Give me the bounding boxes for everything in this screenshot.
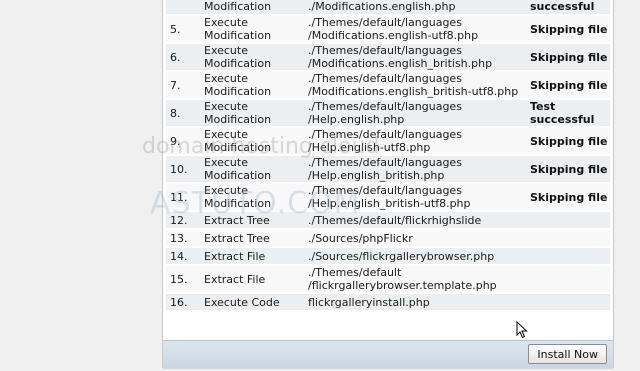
action-status: Test successful (530, 100, 610, 126)
action-type: Execute Modification (204, 72, 308, 98)
table-row: 10. Execute Modification ./Themes/default/l… (166, 156, 610, 182)
action-number: 6. (166, 44, 204, 70)
action-file: ./Themes/default/languages/Help.english.… (308, 100, 530, 126)
table-row: 12. Extract Tree ./Themes/default/flickrhi… (166, 212, 610, 228)
action-type: Execute Modification (204, 128, 308, 154)
action-status (530, 294, 610, 310)
table-row: 8. Execute Modification ./Themes/default/la… (166, 100, 610, 126)
action-file: ./Themes/default/languages/Help.english-… (308, 128, 530, 154)
table-row: 6. Execute Modification ./Themes/default/la… (166, 44, 610, 70)
action-status: Skipping file (530, 72, 610, 98)
action-number: 13. (166, 230, 204, 246)
table-row: Modification ./Modifications.english.php s… (166, 0, 610, 14)
table-row: 16. Execute Code flickrgalleryinstall.php (166, 294, 610, 310)
action-number: 16. (166, 294, 204, 310)
package-actions-panel: Modification ./Modifications.english.php s… (162, 0, 614, 369)
action-type: Execute Modification (204, 16, 308, 42)
action-file: flickrgalleryinstall.php (308, 294, 530, 310)
action-type: Execute Modification (204, 184, 308, 210)
action-number: 11. (166, 184, 204, 210)
action-number: 7. (166, 72, 204, 98)
action-file: ./Themes/default/languages/Help.english_… (308, 156, 530, 182)
action-type: Execute Modification (204, 44, 308, 70)
action-type: Execute Modification (204, 100, 308, 126)
table-row: 15. Extract File ./Themes/default/flickrga… (166, 266, 610, 292)
action-status (530, 248, 610, 264)
action-file: ./Themes/default/languages/Modifications… (308, 16, 530, 42)
action-type: Modification (204, 0, 308, 14)
action-number: 12. (166, 212, 204, 228)
action-type: Execute Modification (204, 156, 308, 182)
action-file: ./Themes/default/flickrhighslide (308, 212, 530, 228)
action-type: Extract Tree (204, 212, 308, 228)
mouse-cursor-icon (516, 321, 528, 339)
action-number: 9. (166, 128, 204, 154)
action-number: 14. (166, 248, 204, 264)
action-file: ./Themes/default/flickrgallerybrowser.te… (308, 266, 530, 292)
table-row: 9. Execute Modification ./Themes/default/la… (166, 128, 610, 154)
table-row: 11. Execute Modification ./Themes/default/l… (166, 184, 610, 210)
action-file: ./Themes/default/languages/Modifications… (308, 44, 530, 70)
table-row: 13. Extract Tree ./Sources/phpFlickr (166, 230, 610, 246)
action-status (530, 266, 610, 292)
install-now-button[interactable]: Install Now (528, 344, 607, 364)
panel-footer: Install Now (163, 340, 613, 369)
action-file: ./Themes/default/languages/Help.english_… (308, 184, 530, 210)
table-row: 5. Execute Modification ./Themes/default/la… (166, 16, 610, 42)
action-file: ./Modifications.english.php (308, 0, 530, 14)
action-number: 8. (166, 100, 204, 126)
action-number: 10. (166, 156, 204, 182)
action-status: Skipping file (530, 16, 610, 42)
action-status: Skipping file (530, 128, 610, 154)
action-file: ./Themes/default/languages/Modifications… (308, 72, 530, 98)
action-type: Extract File (204, 248, 308, 264)
table-row: 7. Execute Modification ./Themes/default/la… (166, 72, 610, 98)
action-status (530, 230, 610, 246)
table-row: 14. Extract File ./Sources/flickrgallerybr… (166, 248, 610, 264)
action-status: Skipping file (530, 156, 610, 182)
action-number (166, 0, 204, 14)
action-file: ./Sources/phpFlickr (308, 230, 530, 246)
action-type: Execute Code (204, 294, 308, 310)
action-status: Skipping file (530, 184, 610, 210)
action-file: ./Sources/flickrgallerybrowser.php (308, 248, 530, 264)
action-number: 15. (166, 266, 204, 292)
action-type: Extract Tree (204, 230, 308, 246)
package-actions-table: Modification ./Modifications.english.php s… (166, 0, 610, 312)
action-status (530, 212, 610, 228)
action-status: successful (530, 0, 610, 14)
action-status: Skipping file (530, 44, 610, 70)
action-number: 5. (166, 16, 204, 42)
action-type: Extract File (204, 266, 308, 292)
